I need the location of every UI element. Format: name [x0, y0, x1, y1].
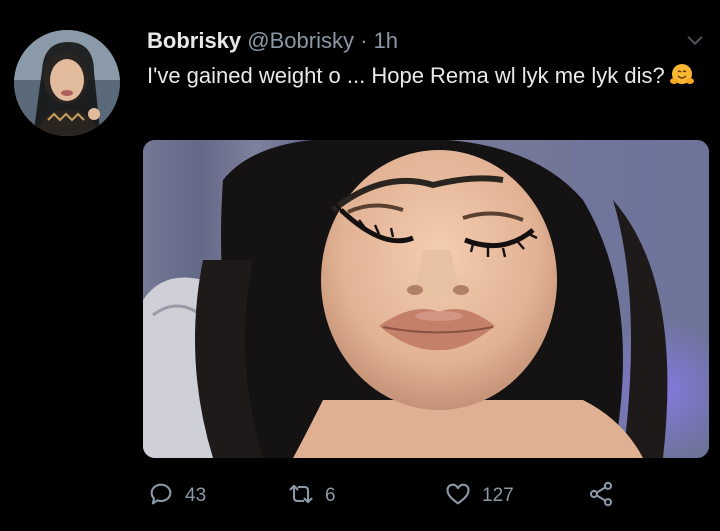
- retweet-icon: [287, 480, 315, 513]
- tweet[interactable]: Bobrisky @Bobrisky · 1h I've gained weig…: [0, 0, 720, 531]
- tweet-text-content: I've gained weight o ... Hope Rema wl ly…: [147, 63, 665, 88]
- like-count: 127: [482, 485, 514, 506]
- reply-icon: [147, 480, 175, 513]
- like-button[interactable]: 127: [444, 476, 514, 516]
- tweet-header: Bobrisky @Bobrisky · 1h: [147, 28, 398, 54]
- retweet-button[interactable]: 6: [287, 476, 336, 516]
- tweet-text: I've gained weight o ... Hope Rema wl ly…: [147, 62, 707, 90]
- hugging-face-emoji-icon: [669, 62, 695, 88]
- retweet-count: 6: [325, 485, 336, 506]
- reply-button[interactable]: 43: [147, 476, 206, 516]
- reply-count: 43: [185, 485, 207, 506]
- share-button[interactable]: [587, 476, 615, 516]
- tweet-photo[interactable]: [143, 140, 709, 458]
- avatar[interactable]: [14, 30, 120, 136]
- chevron-down-icon[interactable]: [684, 30, 706, 52]
- share-icon: [587, 480, 615, 513]
- separator: ·: [360, 28, 368, 53]
- tweet-actions: 43 6 127: [147, 476, 707, 516]
- heart-icon: [444, 480, 472, 513]
- timestamp[interactable]: 1h: [374, 28, 398, 53]
- display-name[interactable]: Bobrisky: [147, 28, 241, 53]
- user-handle[interactable]: @Bobrisky: [247, 28, 354, 53]
